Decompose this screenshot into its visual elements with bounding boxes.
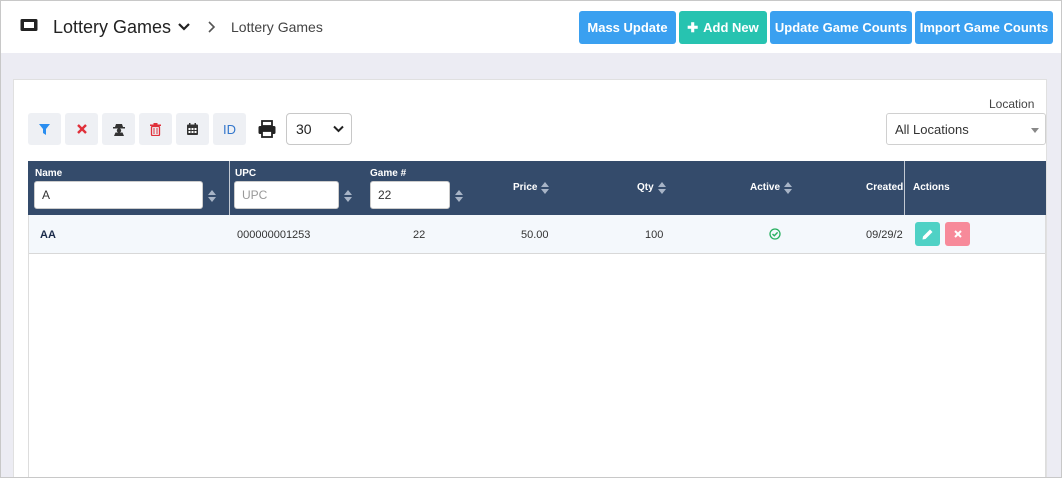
id-toggle-label: ID: [223, 121, 236, 137]
add-new-label: Add New: [703, 20, 759, 35]
sort-icon[interactable]: [784, 182, 792, 194]
cell-name: AA: [40, 229, 56, 241]
pencil-icon: [922, 229, 933, 239]
column-header-name[interactable]: Name: [35, 168, 62, 179]
cell-upc: 000000001253: [237, 229, 311, 241]
sort-icon[interactable]: [658, 182, 666, 194]
sort-icon[interactable]: [455, 190, 463, 202]
sort-icon[interactable]: [344, 190, 352, 202]
column-divider: [229, 161, 230, 215]
import-game-counts-button[interactable]: Import Game Counts: [915, 11, 1053, 44]
page-title: Lottery Games: [53, 17, 172, 37]
clear-filters-button[interactable]: [65, 113, 98, 145]
trash-icon: [150, 122, 161, 136]
column-header-upc[interactable]: UPC: [235, 168, 256, 179]
print-icon[interactable]: [258, 120, 276, 138]
filter-button[interactable]: [28, 113, 61, 145]
delete-button[interactable]: [945, 222, 970, 246]
id-toggle-button[interactable]: ID: [213, 113, 246, 145]
location-value: All Locations: [895, 121, 969, 137]
sort-icon[interactable]: [208, 190, 216, 202]
column-divider: [904, 161, 905, 215]
chevron-down-icon: [333, 125, 344, 133]
column-header-price[interactable]: Price: [513, 182, 537, 193]
game-filter-input[interactable]: 22: [370, 181, 450, 209]
location-select[interactable]: All Locations: [886, 113, 1046, 145]
delete-all-button[interactable]: [139, 113, 172, 145]
update-game-counts-button[interactable]: Update Game Counts: [770, 11, 912, 44]
user-secret-button[interactable]: [102, 113, 135, 145]
column-header-active[interactable]: Active: [750, 182, 780, 193]
column-header-game[interactable]: Game #: [370, 168, 406, 179]
page-size-value: 30: [296, 121, 312, 137]
plus-icon: ✚: [687, 19, 699, 35]
breadcrumb[interactable]: Lottery Games: [231, 19, 323, 35]
table-body: [28, 215, 1046, 477]
date-filter-button[interactable]: [176, 113, 209, 145]
top-bar: Lottery Games Lottery Games Mass Update …: [1, 1, 1061, 53]
chevron-right-icon: [208, 21, 216, 33]
user-secret-icon: [112, 123, 125, 136]
page-size-select[interactable]: 30: [286, 113, 352, 145]
app-frame: Lottery Games Lottery Games Mass Update …: [0, 0, 1062, 478]
ticket-icon: [20, 19, 38, 31]
column-header-actions: Actions: [913, 182, 950, 193]
check-circle-icon: [769, 228, 781, 240]
column-header-qty[interactable]: Qty: [637, 182, 654, 193]
location-label: Location: [989, 97, 1035, 111]
calendar-icon: [187, 123, 198, 135]
close-icon: [76, 124, 87, 134]
cell-price: 50.00: [521, 229, 549, 241]
chevron-down-icon[interactable]: [177, 21, 191, 33]
cell-created: 09/29/2: [866, 229, 903, 241]
add-new-button[interactable]: ✚ Add New: [679, 11, 767, 44]
close-icon: [953, 230, 962, 238]
cell-qty: 100: [645, 229, 664, 241]
edit-button[interactable]: [915, 222, 940, 246]
sort-icon[interactable]: [541, 182, 549, 194]
name-filter-input[interactable]: A: [34, 181, 203, 209]
upc-filter-input[interactable]: UPC: [234, 181, 339, 209]
filter-icon: [39, 123, 50, 135]
mass-update-button[interactable]: Mass Update: [579, 11, 676, 44]
column-header-created[interactable]: Created: [866, 182, 903, 193]
cell-game: 22: [413, 229, 426, 241]
caret-down-icon: [1031, 128, 1039, 133]
